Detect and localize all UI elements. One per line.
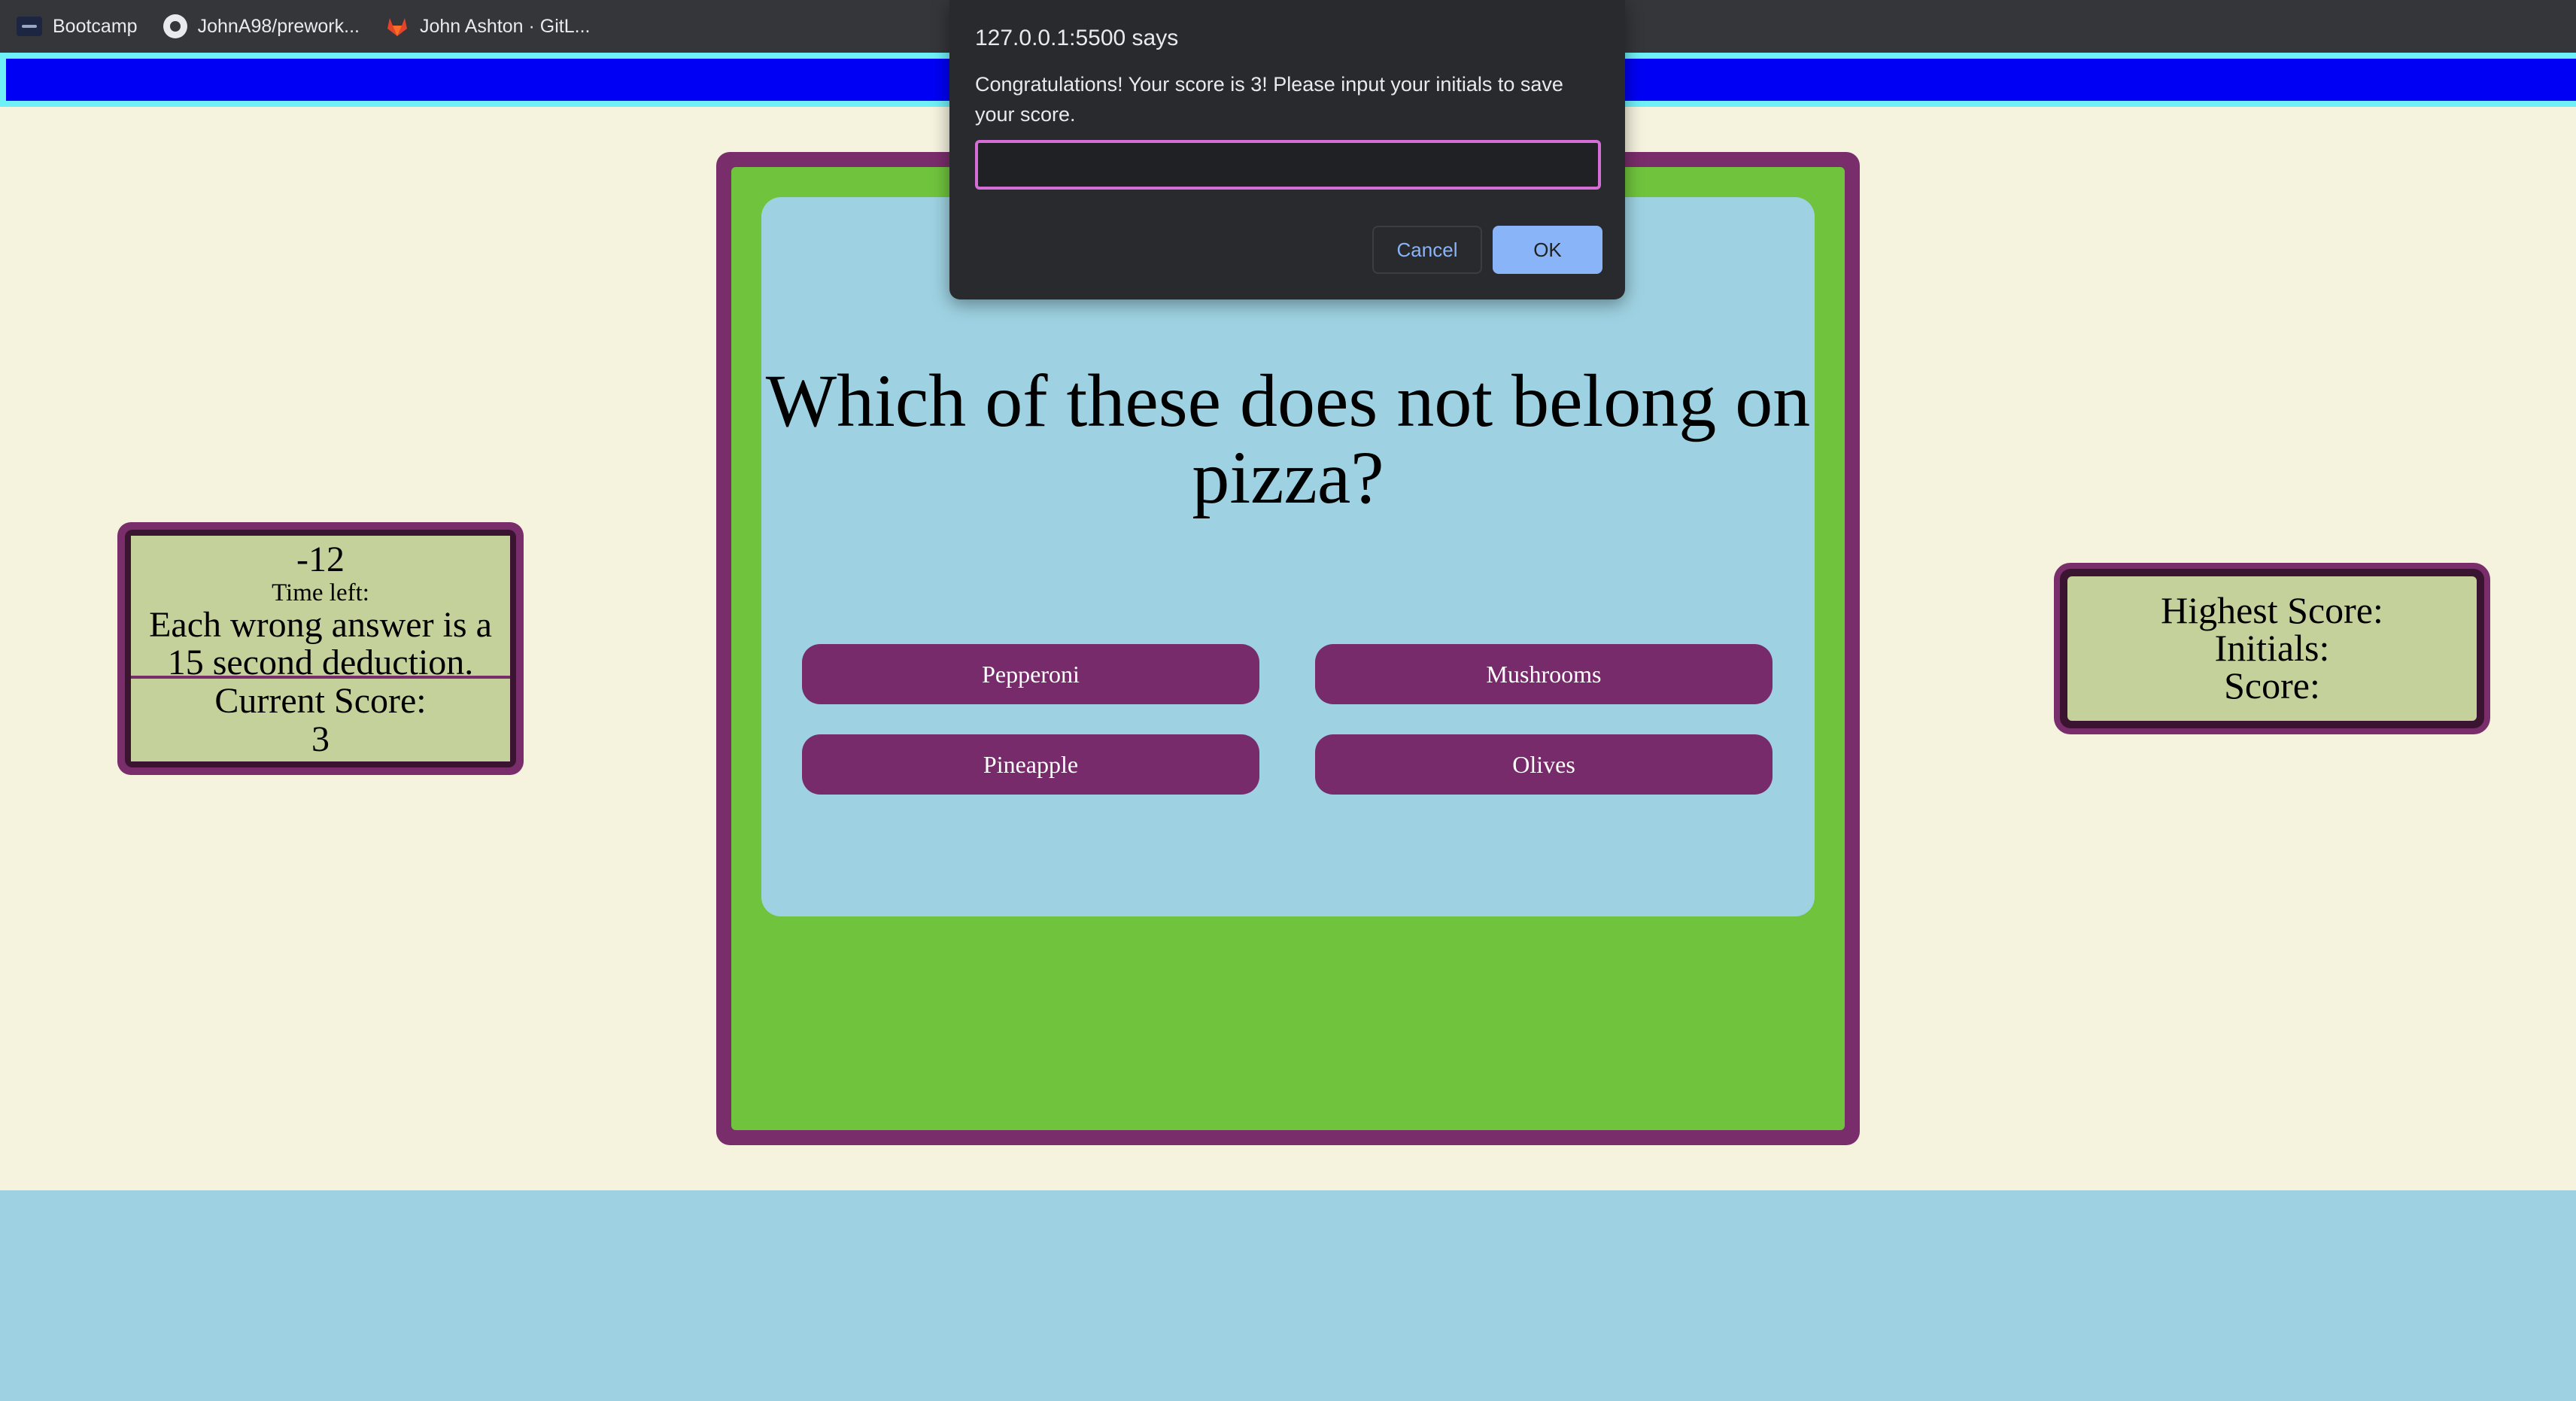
- highscore-score-label: Score:: [2224, 664, 2320, 707]
- highscore-title: Highest Score:: [2161, 589, 2383, 631]
- github-icon: [163, 14, 187, 38]
- bookmark-gitlab[interactable]: John Ashton · GitL...: [385, 14, 591, 38]
- bookmark-github[interactable]: JohnA98/prework...: [163, 14, 360, 38]
- highscore-panel: Highest Score: Initials: Score:: [2054, 563, 2490, 734]
- answer-button-mushrooms[interactable]: Mushrooms: [1315, 644, 1773, 704]
- timer-panel: -12 Time left: Each wrong answer is a 15…: [117, 522, 524, 775]
- bookmark-bootcamp[interactable]: Bootcamp: [17, 16, 138, 38]
- quiz-card-body: Which of these does not belong on pizza?…: [731, 167, 1845, 1130]
- bookmark-label: John Ashton · GitL...: [419, 15, 591, 37]
- alert-dialog: 127.0.0.1:5500 says Congratulations! You…: [949, 0, 1625, 299]
- gitlab-icon: [385, 14, 409, 38]
- timer-penalty-note: Each wrong answer is a 15 second deducti…: [149, 605, 492, 682]
- question-panel: Which of these does not belong on pizza?…: [761, 197, 1815, 916]
- cancel-button[interactable]: Cancel: [1372, 226, 1482, 274]
- question-text: Which of these does not belong on pizza?: [765, 359, 1811, 519]
- bookmark-label: JohnA98/prework...: [197, 15, 360, 37]
- current-score-value: 3: [311, 719, 330, 759]
- highscore-initials-label: Initials:: [2214, 627, 2330, 669]
- bootcamp-icon: [17, 17, 42, 36]
- footer-area: [0, 1190, 2576, 1401]
- dialog-message: Congratulations! Your score is 3! Please…: [975, 73, 1563, 126]
- answer-button-pepperoni[interactable]: Pepperoni: [802, 644, 1259, 704]
- bookmark-label: Bootcamp: [53, 15, 138, 37]
- quiz-card: Which of these does not belong on pizza?…: [716, 152, 1860, 1145]
- ok-button[interactable]: OK: [1493, 226, 1602, 274]
- current-score-label: Current Score:: [214, 681, 427, 721]
- answer-button-pineapple[interactable]: Pineapple: [802, 734, 1259, 795]
- timer-label: Time left:: [272, 579, 369, 606]
- answer-button-olives[interactable]: Olives: [1315, 734, 1773, 795]
- timer-value: -12: [296, 539, 345, 579]
- dialog-title: 127.0.0.1:5500 says: [975, 26, 1179, 50]
- initials-input[interactable]: [975, 140, 1601, 190]
